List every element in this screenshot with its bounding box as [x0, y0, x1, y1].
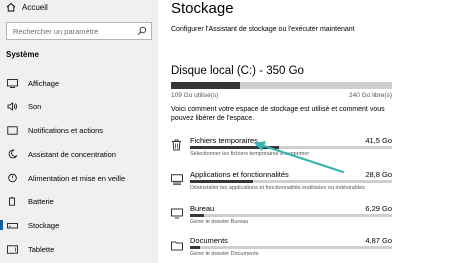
category-bar: [190, 180, 392, 183]
category-subtext: Désinstaller les applications et fonctio…: [190, 185, 365, 191]
home-link[interactable]: Accueil: [6, 0, 48, 14]
home-icon: [6, 2, 16, 12]
sidebar-item-son[interactable]: Son: [0, 98, 158, 114]
disk-usage-fill: [171, 82, 240, 89]
trash-icon: [171, 138, 183, 151]
speaker-icon: [6, 101, 18, 111]
disk-used-label: 109 Go utilisé(s): [171, 92, 219, 99]
desktop-icon: [171, 206, 183, 219]
tablet-icon: [6, 244, 18, 254]
category-size: 28,8 Go: [365, 170, 392, 179]
power-icon: [6, 173, 18, 183]
sidebar: Accueil Rechercher un paramètre Système …: [0, 0, 158, 263]
sidebar-item-stockage[interactable]: Stockage: [0, 217, 158, 233]
page-title: Stockage: [171, 0, 234, 17]
category-size: 41,5 Go: [365, 136, 392, 145]
notifications-icon: [6, 125, 18, 135]
category-size: 6,29 Go: [365, 204, 392, 213]
category-bar: [190, 246, 392, 249]
section-title: Système: [6, 50, 39, 59]
category-documents[interactable]: Documents 4,87 Go Gérer le dossier Docum…: [171, 236, 392, 263]
sidebar-item-batterie[interactable]: Batterie: [0, 193, 158, 209]
category-name: Bureau: [190, 204, 215, 213]
category-bar-fill: [190, 246, 201, 249]
sidebar-item-label: Assistant de concentration: [28, 149, 116, 159]
search-input[interactable]: Rechercher un paramètre: [6, 22, 152, 40]
search-icon[interactable]: [137, 26, 147, 36]
category-fichiers-temporaires[interactable]: Fichiers temporaires 41,5 Go Sélectionne…: [171, 136, 392, 164]
category-bar: [190, 214, 392, 217]
category-subtext: Gérer le dossier Bureau: [190, 219, 249, 225]
category-name: Applications et fonctionnalités: [190, 170, 289, 179]
folder-icon: [171, 238, 183, 251]
home-label: Accueil: [22, 2, 48, 12]
sidebar-item-alimentation[interactable]: Alimentation et mise en veille: [0, 170, 158, 186]
moon-icon: [6, 149, 18, 159]
display-icon: [6, 78, 18, 88]
category-size: 4,87 Go: [365, 236, 392, 245]
category-subtext: Gérer le dossier Documents: [190, 251, 259, 257]
category-applications[interactable]: Applications et fonctionnalités 28,8 Go …: [171, 170, 392, 198]
storage-icon: [6, 220, 18, 230]
category-subtext: Sélectionner les fichiers temporaires à …: [190, 151, 310, 157]
category-bureau[interactable]: Bureau 6,29 Go Gérer le dossier Bureau: [171, 204, 392, 232]
search-placeholder: Rechercher un paramètre: [13, 26, 99, 36]
sidebar-item-concentration[interactable]: Assistant de concentration: [0, 146, 158, 162]
sidebar-item-notifications[interactable]: Notifications et actions: [0, 122, 158, 138]
main-panel: Stockage Configurer l'Assistant de stock…: [158, 0, 476, 263]
storage-sense-link[interactable]: Configurer l'Assistant de stockage ou l'…: [171, 26, 355, 33]
disk-usage-bar: [171, 82, 392, 89]
sidebar-item-affichage[interactable]: Affichage: [0, 75, 158, 91]
category-bar-fill: [190, 146, 279, 149]
category-name: Documents: [190, 236, 228, 245]
sidebar-item-label: Stockage: [28, 220, 60, 230]
category-bar-fill: [190, 214, 205, 217]
category-bar: [190, 146, 392, 149]
disk-title: Disque local (C:) - 350 Go: [171, 65, 304, 77]
sidebar-item-label: Tablette: [28, 244, 55, 254]
disk-free-label: 240 Go libre(s): [349, 92, 392, 99]
usage-description: Voici comment votre espace de stockage e…: [171, 106, 385, 122]
category-name: Fichiers temporaires: [190, 136, 258, 145]
sidebar-item-label: Son: [28, 101, 42, 111]
sidebar-item-label: Affichage: [28, 78, 60, 88]
battery-icon: [6, 196, 18, 206]
apps-icon: [171, 172, 183, 185]
sidebar-item-label: Alimentation et mise en veille: [28, 173, 126, 183]
sidebar-item-tablette[interactable]: Tablette: [0, 241, 158, 257]
sidebar-item-label: Batterie: [28, 196, 54, 206]
category-bar-fill: [190, 180, 253, 183]
sidebar-item-label: Notifications et actions: [28, 125, 104, 135]
